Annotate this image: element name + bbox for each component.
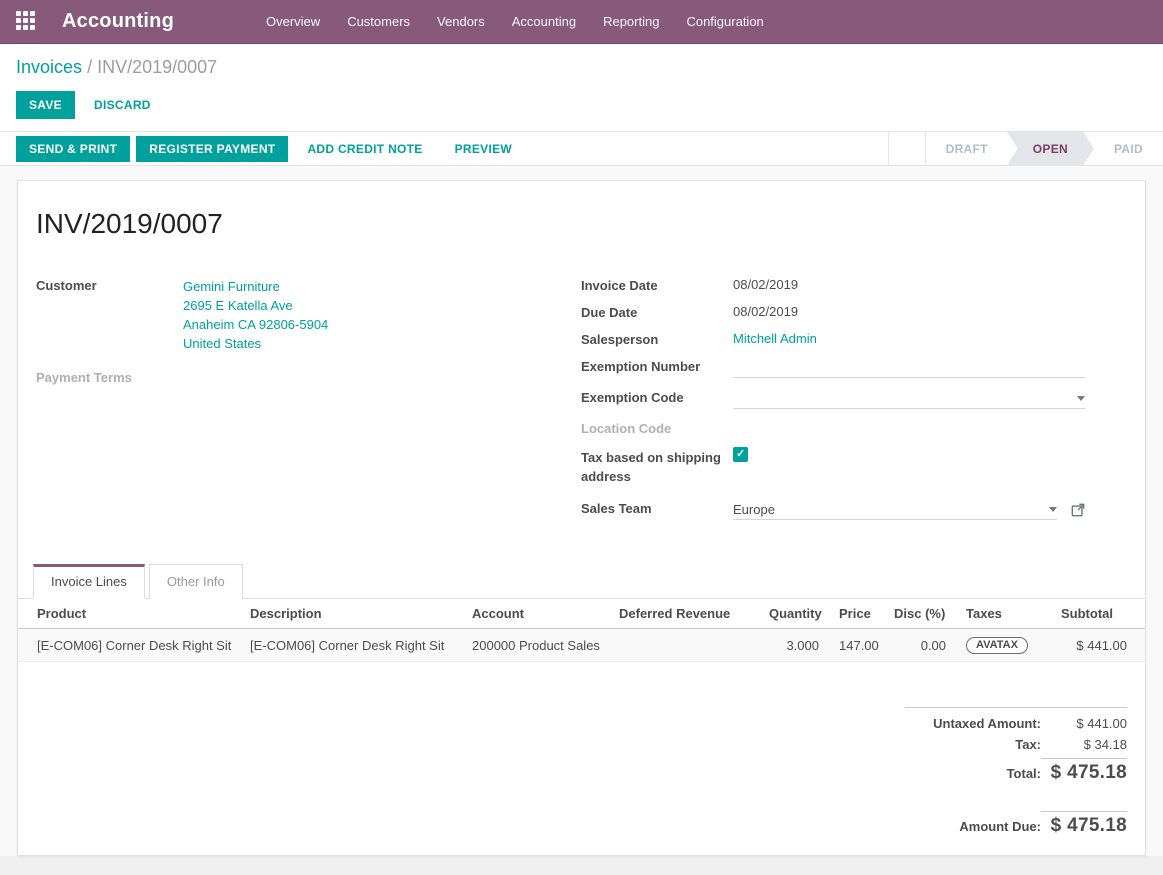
status-paid[interactable]: PAID bbox=[1094, 132, 1163, 166]
col-subtotal: Subtotal bbox=[1051, 599, 1145, 629]
tax-shipping-label: Tax based on shipping address bbox=[581, 447, 733, 486]
add-credit-note-button[interactable]: ADD CREDIT NOTE bbox=[294, 136, 435, 162]
exemption-number-label: Exemption Number bbox=[581, 358, 733, 378]
save-button[interactable]: SAVE bbox=[16, 91, 75, 119]
cell-product[interactable]: [E-COM06] Corner Desk Right Sit bbox=[18, 629, 240, 662]
breadcrumb-invoices[interactable]: Invoices bbox=[16, 57, 82, 77]
salesperson-label: Salesperson bbox=[581, 331, 733, 347]
preview-button[interactable]: PREVIEW bbox=[442, 136, 525, 162]
cell-taxes[interactable]: AVATAX bbox=[956, 629, 1051, 662]
exemption-code-select[interactable] bbox=[733, 389, 1085, 409]
nav-item-customers[interactable]: Customers bbox=[347, 14, 410, 29]
location-code-label: Location Code bbox=[581, 420, 733, 436]
tab-other-info[interactable]: Other Info bbox=[149, 564, 243, 599]
col-disc: Disc (%) bbox=[884, 599, 956, 629]
sales-team-label: Sales Team bbox=[581, 500, 733, 520]
notebook-tabs: Invoice Lines Other Info bbox=[18, 564, 1145, 599]
app-title[interactable]: Accounting bbox=[62, 10, 174, 33]
status-divider bbox=[888, 132, 889, 166]
breadcrumb-separator: / bbox=[87, 57, 92, 77]
cell-deferred-revenue[interactable] bbox=[609, 629, 759, 662]
nav-item-accounting[interactable]: Accounting bbox=[512, 14, 576, 29]
customer-street[interactable]: 2695 E Katella Ave bbox=[183, 296, 581, 315]
sales-team-value: Europe bbox=[733, 502, 1043, 517]
totals-block: Untaxed Amount: $ 441.00 Tax: $ 34.18 To… bbox=[905, 707, 1127, 837]
invoice-date-label: Invoice Date bbox=[581, 277, 733, 293]
due-date-value[interactable]: 08/02/2019 bbox=[733, 304, 1085, 320]
col-account: Account bbox=[462, 599, 609, 629]
status-action-bar: SEND & PRINT REGISTER PAYMENT ADD CREDIT… bbox=[0, 131, 1163, 166]
sales-team-select[interactable]: Europe bbox=[733, 500, 1057, 520]
chevron-down-icon[interactable] bbox=[1077, 396, 1085, 401]
customer-name-link[interactable]: Gemini Furniture bbox=[183, 277, 581, 296]
location-code-value bbox=[733, 420, 1085, 436]
cell-account[interactable]: 200000 Product Sales bbox=[462, 629, 609, 662]
tab-invoice-lines[interactable]: Invoice Lines bbox=[33, 564, 145, 599]
status-open[interactable]: OPEN bbox=[1007, 132, 1094, 166]
nav-item-reporting[interactable]: Reporting bbox=[603, 14, 659, 29]
customer-country[interactable]: United States bbox=[183, 334, 581, 353]
invoice-number-title: INV/2019/0007 bbox=[18, 181, 1145, 240]
invoice-line-row[interactable]: [E-COM06] Corner Desk Right Sit [E-COM06… bbox=[18, 629, 1145, 662]
external-link-icon[interactable] bbox=[1071, 503, 1085, 517]
col-deferred-revenue: Deferred Revenue bbox=[609, 599, 759, 629]
invoice-date-value[interactable]: 08/02/2019 bbox=[733, 277, 1085, 293]
nav-item-overview[interactable]: Overview bbox=[266, 14, 320, 29]
amount-due-value: $ 475.18 bbox=[1041, 811, 1127, 837]
col-taxes: Taxes bbox=[956, 599, 1051, 629]
tax-value: $ 34.18 bbox=[1041, 737, 1127, 752]
nav-item-vendors[interactable]: Vendors bbox=[437, 14, 485, 29]
register-payment-button[interactable]: REGISTER PAYMENT bbox=[136, 136, 288, 162]
tax-badge[interactable]: AVATAX bbox=[966, 637, 1028, 654]
send-print-button[interactable]: SEND & PRINT bbox=[16, 136, 130, 162]
invoice-sheet: INV/2019/0007 Customer Gemini Furniture … bbox=[17, 180, 1146, 856]
amount-due-label: Amount Due: bbox=[959, 819, 1041, 834]
due-date-label: Due Date bbox=[581, 304, 733, 320]
total-value: $ 475.18 bbox=[1041, 758, 1127, 784]
cell-description[interactable]: [E-COM06] Corner Desk Right Sit bbox=[240, 629, 462, 662]
total-label: Total: bbox=[1007, 766, 1041, 781]
tax-shipping-checkbox[interactable] bbox=[733, 447, 748, 462]
col-price: Price bbox=[829, 599, 884, 629]
customer-city[interactable]: Anaheim CA 92806-5904 bbox=[183, 315, 581, 334]
exemption-number-input[interactable] bbox=[733, 358, 1085, 378]
cell-disc[interactable]: 0.00 bbox=[884, 629, 956, 662]
nav-item-configuration[interactable]: Configuration bbox=[686, 14, 763, 29]
untaxed-amount-value: $ 441.00 bbox=[1041, 716, 1127, 731]
col-description: Description bbox=[240, 599, 462, 629]
payment-terms-label: Payment Terms bbox=[36, 369, 183, 385]
apps-grid-icon[interactable] bbox=[16, 11, 38, 33]
customer-label: Customer bbox=[36, 277, 183, 353]
payment-terms-value[interactable] bbox=[183, 369, 581, 385]
tax-label: Tax: bbox=[1015, 737, 1041, 752]
col-quantity: Quantity bbox=[759, 599, 829, 629]
salesperson-value[interactable]: Mitchell Admin bbox=[733, 331, 1085, 347]
cell-price[interactable]: 147.00 bbox=[829, 629, 884, 662]
exemption-code-label: Exemption Code bbox=[581, 389, 733, 409]
invoice-lines-table: Product Description Account Deferred Rev… bbox=[18, 599, 1145, 662]
status-draft[interactable]: DRAFT bbox=[925, 132, 1008, 166]
content-area: INV/2019/0007 Customer Gemini Furniture … bbox=[0, 166, 1163, 856]
control-panel: Invoices / INV/2019/0007 SAVE DISCARD bbox=[0, 44, 1163, 131]
nav-menus: Overview Customers Vendors Accounting Re… bbox=[266, 14, 764, 29]
chevron-down-icon[interactable] bbox=[1049, 507, 1057, 512]
col-product: Product bbox=[18, 599, 240, 629]
top-nav: Accounting Overview Customers Vendors Ac… bbox=[0, 0, 1163, 44]
breadcrumb: Invoices / INV/2019/0007 bbox=[16, 57, 1147, 78]
breadcrumb-current: INV/2019/0007 bbox=[97, 57, 217, 77]
discard-button[interactable]: DISCARD bbox=[81, 91, 164, 119]
cell-subtotal[interactable]: $ 441.00 bbox=[1051, 629, 1145, 662]
cell-quantity[interactable]: 3.000 bbox=[759, 629, 829, 662]
status-widget: DRAFT OPEN PAID bbox=[888, 132, 1163, 166]
untaxed-amount-label: Untaxed Amount: bbox=[933, 716, 1041, 731]
customer-value: Gemini Furniture 2695 E Katella Ave Anah… bbox=[183, 277, 581, 353]
